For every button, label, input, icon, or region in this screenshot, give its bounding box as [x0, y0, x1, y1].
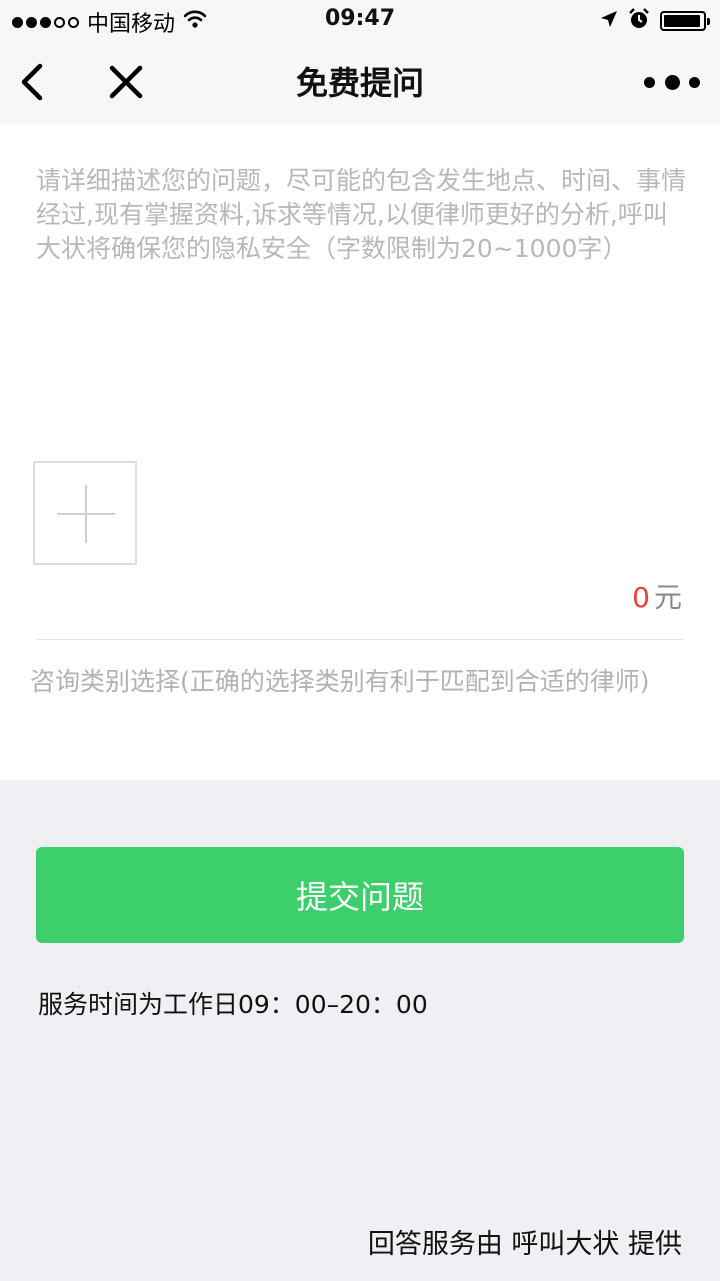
more-dots-icon [644, 76, 655, 88]
category-select[interactable]: 咨询类别选择(正确的选择类别有利于匹配到合适的律师) [30, 662, 650, 698]
more-button[interactable] [644, 70, 700, 94]
question-form: 0元 咨询类别选择(正确的选择类别有利于匹配到合适的律师) [0, 124, 720, 780]
status-right [600, 8, 710, 34]
service-hours-text: 服务时间为工作日09：00–20：00 [38, 990, 428, 1019]
battery-icon [660, 11, 710, 31]
provider-credit-text: 回答服务由 呼叫大状 提供 [367, 1229, 682, 1260]
status-bar: 中国移动 09:47 [0, 0, 720, 40]
nav-bar: 免费提问 [0, 40, 720, 124]
price-unit: 元 [653, 581, 682, 614]
price-amount: 0 [632, 581, 650, 614]
divider [36, 639, 684, 640]
battery-fill [664, 15, 700, 27]
price-display: 0元 [632, 576, 682, 616]
question-textarea[interactable] [36, 164, 686, 444]
add-image-button[interactable] [33, 461, 137, 565]
alarm-clock-icon [628, 8, 650, 34]
location-arrow-icon [600, 10, 618, 32]
page-title: 免费提问 [295, 64, 424, 102]
submit-question-button[interactable]: 提交问题 [36, 847, 684, 943]
